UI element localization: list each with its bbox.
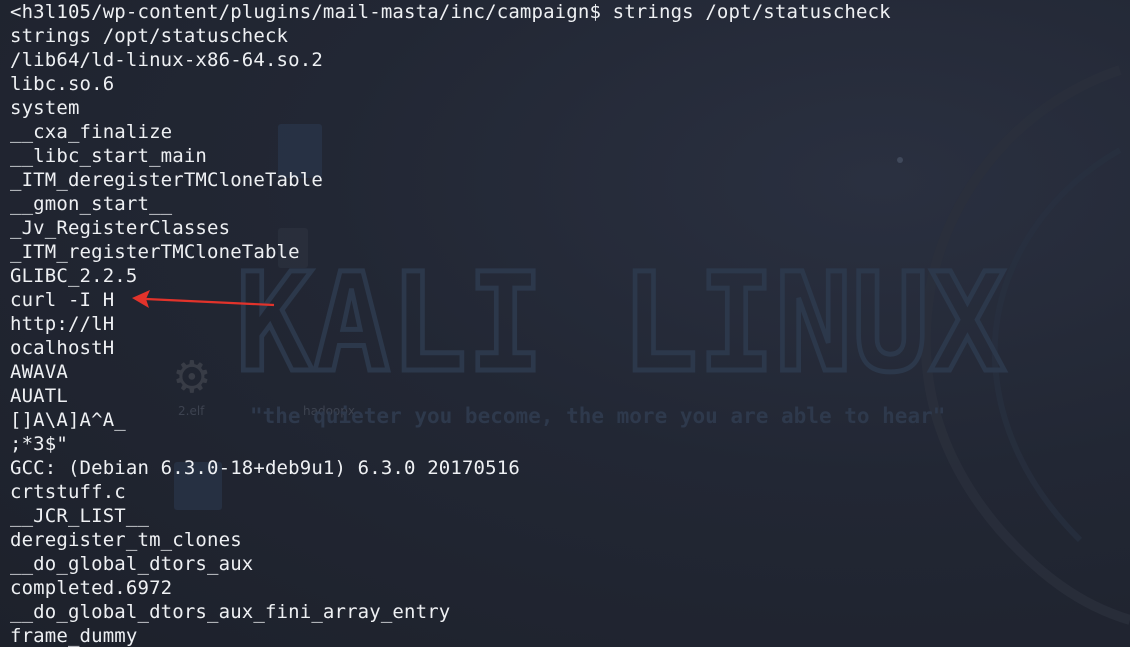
terminal-line: http://lH bbox=[10, 313, 115, 335]
terminal-line: completed.6972 bbox=[10, 577, 173, 599]
terminal-line: __cxa_finalize bbox=[10, 121, 173, 143]
terminal-line: libc.so.6 bbox=[10, 73, 115, 95]
terminal-line: __do_global_dtors_aux_fini_array_entry bbox=[10, 601, 451, 623]
terminal-line: strings /opt/statuscheck bbox=[10, 25, 289, 47]
terminal-window[interactable]: ⚙ 2.elf hadoopx KALI LINUX "the quieter … bbox=[0, 0, 1130, 647]
terminal-line: __libc_start_main bbox=[10, 145, 208, 167]
terminal-line: AUATL bbox=[10, 385, 68, 407]
terminal-line: GCC: (Debian 6.3.0-18+deb9u1) 6.3.0 2017… bbox=[10, 457, 520, 479]
terminal-line: AWAVA bbox=[10, 361, 68, 383]
terminal-line: __gmon_start__ bbox=[10, 193, 173, 215]
terminal-line: frame_dummy bbox=[10, 625, 138, 647]
terminal-line: []A\A]A^A_ bbox=[10, 409, 126, 431]
terminal-line: ;*3$" bbox=[10, 433, 68, 455]
terminal-line: system bbox=[10, 97, 80, 119]
terminal-line: ocalhostH bbox=[10, 337, 115, 359]
terminal-line: /lib64/ld-linux-x86-64.so.2 bbox=[10, 49, 323, 71]
terminal-line: _ITM_deregisterTMCloneTable bbox=[10, 169, 323, 191]
red-arrow-annotation bbox=[132, 290, 275, 308]
terminal-line: deregister_tm_clones bbox=[10, 529, 242, 551]
terminal-line: __JCR_LIST__ bbox=[10, 505, 150, 527]
terminal-output[interactable]: <h3l105/wp-content/plugins/mail-masta/in… bbox=[10, 0, 891, 647]
terminal-line: _Jv_RegisterClasses bbox=[10, 217, 231, 239]
terminal-prompt-line: <h3l105/wp-content/plugins/mail-masta/in… bbox=[10, 1, 891, 23]
terminal-line: __do_global_dtors_aux bbox=[10, 553, 254, 575]
terminal-line: crtstuff.c bbox=[10, 481, 126, 503]
terminal-line: _ITM_registerTMCloneTable bbox=[10, 241, 300, 263]
